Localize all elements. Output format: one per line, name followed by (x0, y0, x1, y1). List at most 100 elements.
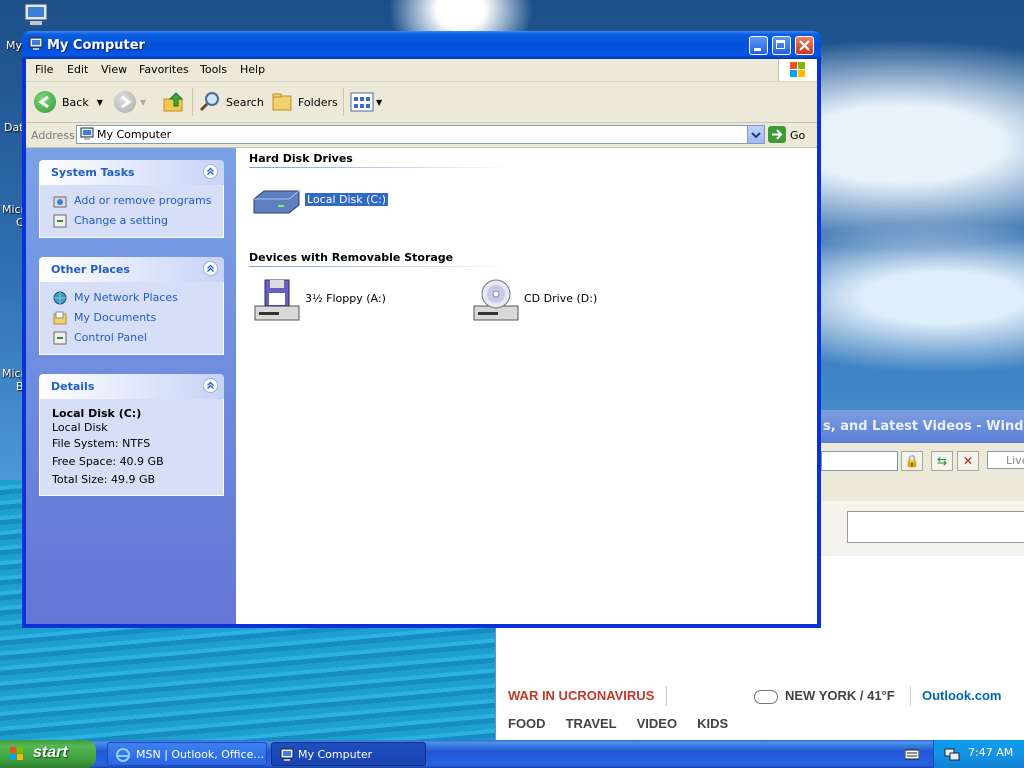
views-button[interactable]: ▼ (350, 88, 382, 116)
hard-disk-icon (253, 190, 300, 214)
browser-address-field[interactable] (821, 451, 898, 471)
separator (666, 686, 667, 706)
my-network-places-link[interactable]: My Network Places (52, 288, 211, 308)
stop-icon[interactable]: ✕ (957, 451, 979, 471)
detail-type: Local Disk (52, 421, 108, 434)
local-disk-item[interactable]: Local Disk (C:) (251, 177, 390, 225)
desktop-my-computer-icon[interactable] (22, 2, 50, 28)
up-folder-icon (163, 92, 184, 112)
lock-icon[interactable]: 🔒 (901, 451, 923, 471)
network-globe-icon (53, 291, 67, 305)
views-grid-icon (350, 92, 374, 112)
window-client-area: File Edit View Favorites Tools Help Back… (26, 59, 817, 624)
collapse-icon[interactable] (203, 164, 218, 179)
search-button[interactable]: Search (198, 88, 264, 116)
category-travel[interactable]: TRAVEL (566, 716, 617, 731)
collapse-icon[interactable] (203, 378, 218, 393)
folders-button[interactable]: Folders (270, 88, 338, 116)
task-label: MSN | Outlook, Office... (136, 748, 264, 761)
details-header[interactable]: Details (39, 374, 224, 399)
file-list-pane[interactable]: Hard Disk Drives Local Disk (C:) Devices… (236, 148, 817, 624)
category-food[interactable]: FOOD (508, 716, 546, 731)
task-label: My Computer (298, 748, 373, 761)
panel-title: Details (51, 380, 95, 393)
go-arrow-icon[interactable] (768, 126, 786, 143)
group-header-hard-disk: Hard Disk Drives (249, 152, 353, 165)
weather-text[interactable]: NEW YORK / 41°F (785, 688, 895, 703)
menu-edit[interactable]: Edit (67, 63, 88, 76)
search-label: Search (226, 95, 264, 109)
detail-name: Local Disk (C:) (52, 407, 142, 420)
address-field[interactable]: My Computer (76, 125, 765, 144)
place-label: My Network Places (74, 291, 178, 304)
my-computer-window[interactable]: My Computer File Edit View Favorites Too… (22, 31, 821, 628)
network-tray-icon[interactable] (944, 746, 960, 762)
menu-view[interactable]: View (101, 63, 127, 76)
change-setting-link[interactable]: Change a setting (52, 211, 211, 231)
chevron-down-icon[interactable]: ▼ (140, 98, 146, 107)
address-bar: Address My Computer Go (26, 123, 817, 148)
chevron-down-icon[interactable]: ▼ (97, 98, 103, 107)
toolbar-separator (192, 88, 193, 116)
window-titlebar[interactable]: My Computer (22, 31, 821, 59)
search-icon (199, 92, 219, 112)
system-tray: 7:47 AM (933, 740, 1024, 768)
menu-favorites[interactable]: Favorites (139, 63, 189, 76)
panel-title: Other Places (51, 263, 130, 276)
close-button[interactable] (795, 36, 814, 55)
control-panel-link[interactable]: Control Panel (52, 328, 211, 348)
programs-icon (53, 196, 67, 208)
back-button[interactable]: Back ▼ (34, 88, 103, 116)
taskbar-button-msn[interactable]: MSN | Outlook, Office... (107, 742, 267, 766)
page-search-box[interactable] (847, 511, 1024, 543)
browser-command-row: ⌂▾ (821, 475, 1024, 523)
outlook-link[interactable]: Outlook.com (922, 688, 1001, 703)
system-tasks-panel: System Tasks Add or remove programs Chan… (39, 160, 224, 238)
maximize-button[interactable] (772, 36, 791, 55)
toolbar-separator (343, 88, 344, 116)
category-kids[interactable]: KIDS (697, 716, 728, 731)
folders-icon (272, 93, 292, 111)
go-button[interactable]: Go (790, 129, 805, 142)
browser-search-field[interactable]: Live (987, 451, 1024, 469)
desktop-label-2[interactable]: Dat (4, 121, 24, 134)
detail-total-size: Total Size: 49.9 GB (52, 473, 156, 486)
chevron-down-icon[interactable]: ▼ (376, 98, 382, 107)
my-documents-link[interactable]: My Documents (52, 308, 211, 328)
menu-tools[interactable]: Tools (200, 63, 227, 76)
minimize-icon (754, 48, 761, 51)
floppy-drive-item[interactable]: 3½ Floppy (A:) (251, 276, 391, 324)
system-tasks-header[interactable]: System Tasks (39, 160, 224, 185)
category-video[interactable]: VIDEO (637, 716, 677, 731)
forward-arrow-icon (114, 91, 136, 113)
browser-titlebar[interactable]: s, and Latest Videos - Windows I (821, 410, 1024, 443)
add-remove-programs-link[interactable]: Add or remove programs (52, 191, 212, 211)
task-pane: System Tasks Add or remove programs Chan… (26, 148, 236, 624)
news-headline[interactable]: WAR IN UCRONAVIRUS (508, 688, 654, 703)
minimize-button[interactable] (749, 36, 768, 55)
forward-button[interactable]: ▼ (114, 88, 146, 116)
up-button[interactable] (162, 88, 186, 116)
refresh-icon[interactable]: ⇆ (931, 451, 953, 471)
place-label: Control Panel (74, 331, 147, 344)
other-places-header[interactable]: Other Places (39, 257, 224, 282)
taskbar-button-my-computer[interactable]: My Computer (271, 742, 426, 766)
menu-file[interactable]: File (35, 63, 53, 76)
start-button[interactable]: start (0, 740, 96, 768)
detail-file-system: File System: NTFS (52, 437, 151, 450)
category-nav: FOOD TRAVEL VIDEO KIDS (508, 716, 748, 731)
panel-title: System Tasks (51, 166, 135, 179)
back-label: Back (62, 95, 89, 109)
menu-help[interactable]: Help (240, 63, 265, 76)
address-dropdown-button[interactable] (747, 126, 764, 143)
chevron-down-icon (751, 132, 761, 139)
keyboard-icon[interactable] (905, 748, 919, 760)
cd-drive-item[interactable]: CD Drive (D:) (470, 276, 610, 324)
collapse-icon[interactable] (203, 261, 218, 276)
standard-toolbar: Back ▼ ▼ Search Folders ▼ (26, 82, 817, 123)
desktop-label-1[interactable]: My (6, 39, 22, 52)
menu-bar: File Edit View Favorites Tools Help (26, 59, 817, 82)
item-label: CD Drive (D:) (524, 292, 598, 305)
clock[interactable]: 7:47 AM (968, 746, 1013, 759)
item-label: Local Disk (C:) (303, 192, 390, 207)
